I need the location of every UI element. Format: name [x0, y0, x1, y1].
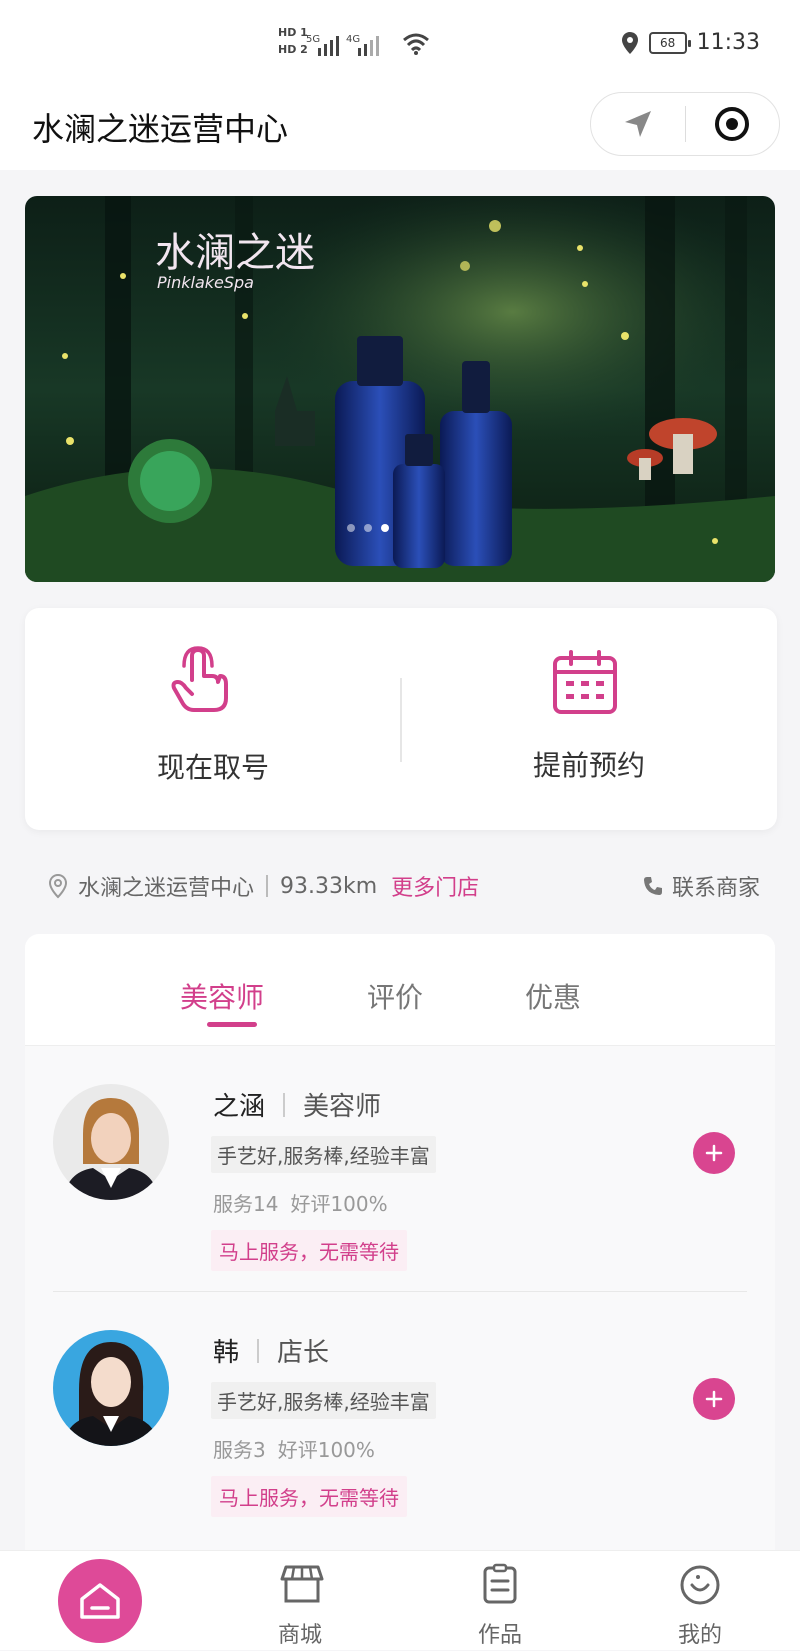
staff-card: 美容师 评价 优惠 之涵 美容师 手艺好,服务棒,经验丰富 服务14 好评100%…: [25, 934, 775, 1554]
plus-icon: [705, 1390, 723, 1408]
location-arrow-button[interactable]: [591, 93, 685, 155]
take-number-label: 现在取号: [156, 751, 269, 784]
add-button[interactable]: [693, 1378, 735, 1420]
hand-tap-icon: [171, 646, 228, 712]
navigation-bar: 水澜之迷运营中心: [0, 84, 800, 170]
service-count: 服务14: [213, 1192, 279, 1216]
rating: 好评100%: [277, 1438, 375, 1462]
sim2-label: HD 2: [278, 43, 308, 56]
battery-icon: 68: [648, 31, 691, 54]
store-icon: [280, 1565, 324, 1603]
staff-stats: 服务3 好评100%: [213, 1434, 375, 1463]
mini-program-capsule: [590, 92, 780, 156]
book-ahead-label: 提前预约: [532, 749, 645, 782]
service-count: 服务3: [213, 1438, 266, 1462]
banner-logo-cn: 水澜之迷: [155, 230, 315, 276]
target-circle-icon: [715, 107, 750, 141]
tabbar-works-label: 作品: [477, 1623, 522, 1648]
banner-image: 水澜之迷 PinklakeSpa: [25, 196, 775, 582]
staff-name-row: 之涵 美容师: [213, 1086, 381, 1123]
document-icon: [483, 1563, 517, 1604]
avatar: [53, 1330, 169, 1446]
tabbar-works[interactable]: 作品: [430, 1551, 570, 1651]
signal-bars-2-icon: [358, 32, 379, 56]
sim-indicator: HD 1 HD 2: [278, 26, 308, 56]
tab-reviews[interactable]: 评价: [367, 976, 423, 1016]
staff-tag: 手艺好,服务棒,经验丰富: [211, 1136, 436, 1173]
home-button: [58, 1559, 142, 1643]
more-stores-link[interactable]: 更多门店: [391, 870, 479, 902]
staff-row[interactable]: 之涵 美容师 手艺好,服务棒,经验丰富 服务14 好评100% 马上服务，无需等待: [25, 1046, 775, 1292]
tab-beautician[interactable]: 美容师: [180, 976, 264, 1016]
tab-offers[interactable]: 优惠: [525, 976, 581, 1016]
tabbar-home[interactable]: [30, 1551, 170, 1651]
sim1-label: HD 1: [278, 26, 308, 39]
promo-banner[interactable]: 水澜之迷 PinklakeSpa: [25, 196, 775, 582]
rating: 好评100%: [290, 1192, 388, 1216]
take-number-button[interactable]: 现在取号: [25, 608, 401, 830]
calendar-icon: [553, 650, 617, 714]
banner-logo-en: PinklakeSpa: [157, 273, 254, 292]
book-ahead-button[interactable]: 提前预约: [401, 608, 777, 830]
battery-level: 68: [659, 35, 676, 50]
store-distance: 93.33km: [280, 873, 378, 899]
staff-stats: 服务14 好评100%: [213, 1188, 388, 1217]
availability-badge: 马上服务，无需等待: [211, 1230, 407, 1271]
tabbar-store[interactable]: 商城: [230, 1551, 370, 1651]
location-arrow-icon: [624, 111, 651, 137]
add-button[interactable]: [693, 1132, 735, 1174]
staff-name: 之涵: [213, 1092, 266, 1122]
tabbar-store-label: 商城: [277, 1623, 322, 1648]
close-target-button[interactable]: [686, 93, 780, 155]
staff-name-row: 韩 店长: [213, 1332, 329, 1369]
tab-bar: 美容师 评价 优惠: [25, 934, 775, 1046]
staff-tag: 手艺好,服务棒,经验丰富: [211, 1382, 436, 1419]
location-pin-icon: [48, 873, 68, 899]
phone-icon: [643, 877, 662, 895]
quick-actions-card: 现在取号 提前预约: [25, 608, 777, 830]
tabbar-me[interactable]: 我的: [630, 1551, 770, 1651]
staff-role: 美容师: [303, 1092, 382, 1122]
page-title: 水澜之迷运营中心: [32, 110, 289, 148]
status-bar: HD 1 HD 2 5G 4G 68 11:33: [0, 0, 800, 84]
tabbar-me-label: 我的: [677, 1623, 722, 1648]
plus-icon: [705, 1144, 723, 1162]
bottom-tab-bar: 商城 作品 我的: [0, 1550, 800, 1650]
store-info-bar: 水澜之迷运营中心 93.33km 更多门店 联系商家: [48, 868, 760, 904]
contact-merchant-button[interactable]: 联系商家: [642, 870, 760, 902]
availability-badge: 马上服务，无需等待: [211, 1476, 407, 1517]
store-name: 水澜之迷运营中心: [78, 876, 255, 901]
staff-name: 韩: [213, 1338, 240, 1368]
contact-merchant-label: 联系商家: [671, 876, 760, 901]
wifi-icon: [403, 33, 429, 55]
location-pin-icon: [621, 31, 638, 54]
home-icon: [80, 1583, 120, 1619]
signal-bars-icon: [318, 32, 339, 56]
user-smile-icon: [680, 1565, 720, 1605]
clock: 11:33: [696, 30, 760, 55]
avatar: [53, 1084, 169, 1200]
active-tab-indicator: [207, 1022, 257, 1027]
staff-row[interactable]: 韩 店长 手艺好,服务棒,经验丰富 服务3 好评100% 马上服务，无需等待: [25, 1292, 775, 1538]
staff-role: 店长: [277, 1338, 330, 1368]
